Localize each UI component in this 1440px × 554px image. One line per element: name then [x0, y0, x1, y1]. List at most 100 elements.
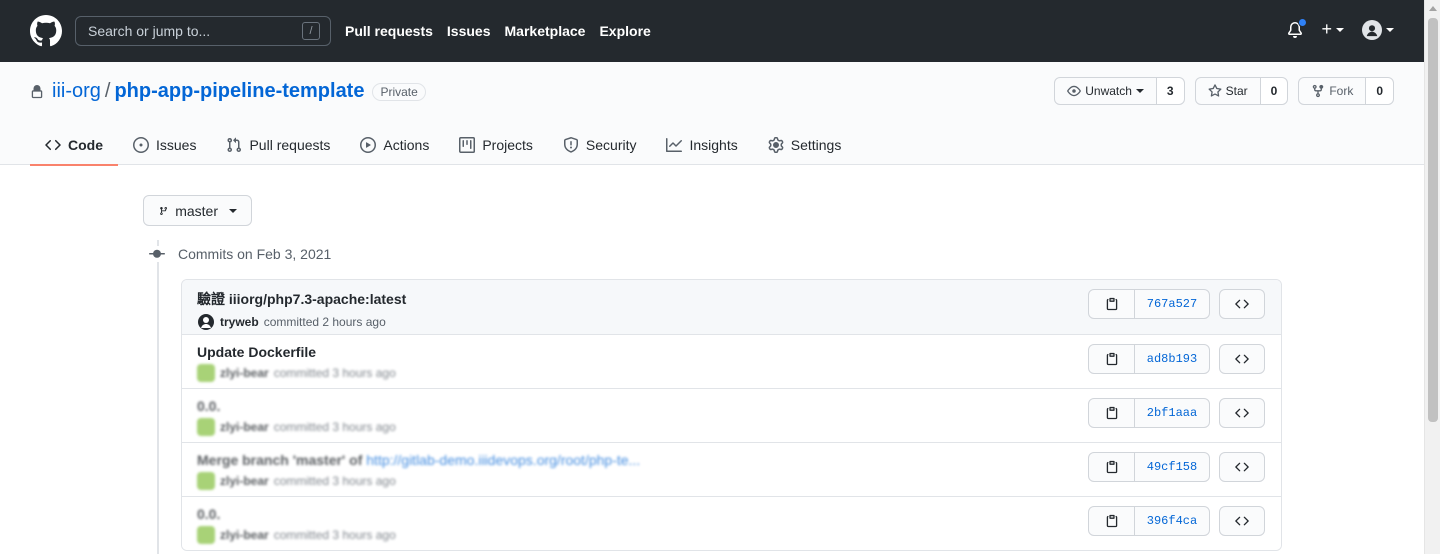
commit-sha-link[interactable]: 49cf158 — [1135, 453, 1209, 481]
commit-row: 0.0. zlyi-bear committed 3 hours ago 2bf… — [182, 388, 1281, 442]
tab-code-label: Code — [68, 136, 103, 153]
tab-settings[interactable]: Settings — [753, 124, 857, 165]
author-avatar[interactable] — [197, 526, 215, 544]
tab-security[interactable]: Security — [548, 124, 652, 165]
commit-message[interactable]: 0.0. — [197, 398, 396, 414]
commit-author[interactable]: zlyi-bear — [220, 366, 269, 380]
fork-button-group: Fork 0 — [1298, 77, 1394, 105]
sha-button-group: 396f4ca — [1088, 506, 1210, 536]
commit-icon — [148, 246, 166, 262]
clipboard-icon — [1106, 460, 1117, 474]
repo-path-separator: / — [104, 80, 111, 102]
notifications-bell-icon[interactable] — [1287, 17, 1308, 39]
author-avatar[interactable] — [197, 364, 215, 382]
copy-sha-button[interactable] — [1089, 453, 1135, 481]
code-icon — [1235, 354, 1249, 364]
browse-repo-at-commit-button[interactable] — [1219, 344, 1265, 374]
fork-count[interactable]: 0 — [1366, 78, 1393, 104]
commit-info: Merge branch 'master' of http://gitlab-d… — [197, 452, 640, 490]
repo-owner-link[interactable]: iii-org — [52, 80, 101, 103]
fork-button[interactable]: Fork — [1299, 78, 1367, 104]
scrollbar-thumb[interactable] — [1428, 18, 1438, 422]
browse-repo-at-commit-button[interactable] — [1219, 398, 1265, 428]
tab-actions[interactable]: Actions — [345, 124, 444, 165]
commit-sha-link[interactable]: 2bf1aaa — [1135, 399, 1209, 427]
global-header: Search or jump to... / Pull requests Iss… — [0, 0, 1424, 62]
tab-pull-requests-label: Pull requests — [249, 136, 331, 153]
sha-button-group: 2bf1aaa — [1088, 398, 1210, 428]
commit-author[interactable]: tryweb — [220, 315, 259, 329]
star-count[interactable]: 0 — [1260, 78, 1288, 104]
scroll-up-arrow-icon[interactable] — [1429, 6, 1437, 11]
commit-meta: tryweb committed 2 hours ago — [197, 313, 406, 331]
commit-message-text[interactable]: 0.0. — [197, 506, 220, 522]
commit-message-text[interactable]: 驗證 iiiorg/php7.3-apache:latest — [197, 291, 406, 307]
commit-message[interactable]: 0.0. — [197, 506, 396, 522]
tab-actions-label: Actions — [383, 136, 430, 153]
repository-nav: Code Issues Pull requests Actions Projec… — [30, 124, 857, 166]
commit-sha-link[interactable]: ad8b193 — [1135, 345, 1209, 373]
repo-actions: Unwatch 3 Star 0 Fork 0 — [1054, 77, 1394, 105]
nav-marketplace[interactable]: Marketplace — [505, 23, 586, 39]
project-icon — [459, 136, 476, 153]
commit-actions: 396f4ca — [1088, 506, 1265, 536]
browse-repo-at-commit-button[interactable] — [1219, 452, 1265, 482]
tab-issues[interactable]: Issues — [118, 124, 211, 165]
commit-author[interactable]: zlyi-bear — [220, 474, 269, 488]
github-logo-icon[interactable] — [30, 15, 62, 47]
tab-pull-requests[interactable]: Pull requests — [211, 124, 345, 165]
commit-sha-link[interactable]: 767a527 — [1135, 290, 1209, 318]
commit-sha-link[interactable]: 396f4ca — [1135, 507, 1209, 535]
create-new-button[interactable]: + — [1321, 19, 1344, 40]
commit-message-text[interactable]: Update Dockerfile — [197, 344, 316, 360]
commit-message-text[interactable]: Merge branch 'master' of — [197, 452, 366, 468]
tab-insights[interactable]: Insights — [651, 124, 752, 165]
watch-count[interactable]: 3 — [1156, 78, 1184, 104]
commit-row: 驗證 iiiorg/php7.3-apache:latest tryweb co… — [182, 280, 1281, 334]
commit-message[interactable]: 驗證 iiiorg/php7.3-apache:latest — [197, 289, 406, 309]
search-shortcut-key: / — [302, 22, 320, 40]
fork-icon — [1313, 84, 1324, 98]
tab-projects[interactable]: Projects — [444, 124, 548, 165]
copy-sha-button[interactable] — [1089, 290, 1135, 318]
star-button[interactable]: Star — [1196, 78, 1261, 104]
avatar — [1362, 19, 1382, 40]
branch-select-button[interactable]: master — [143, 195, 252, 226]
commit-time: committed 3 hours ago — [273, 528, 396, 542]
commit-meta: zlyi-bear committed 3 hours ago — [197, 526, 396, 544]
chevron-down-icon — [229, 208, 237, 213]
commit-message[interactable]: Update Dockerfile — [197, 344, 396, 360]
commit-meta: zlyi-bear committed 3 hours ago — [197, 472, 640, 490]
commit-message-text[interactable]: 0.0. — [197, 398, 220, 414]
clipboard-icon — [1106, 297, 1117, 311]
commit-row: Update Dockerfile zlyi-bear committed 3 … — [182, 334, 1281, 388]
unwatch-button[interactable]: Unwatch — [1055, 78, 1157, 104]
nav-explore[interactable]: Explore — [599, 23, 650, 39]
nav-pull-requests[interactable]: Pull requests — [345, 23, 433, 39]
commit-time: committed 3 hours ago — [273, 420, 396, 434]
copy-sha-button[interactable] — [1089, 399, 1135, 427]
global-nav: Pull requests Issues Marketplace Explore — [345, 23, 665, 39]
branch-icon — [160, 206, 168, 215]
commit-author[interactable]: zlyi-bear — [220, 420, 269, 434]
author-avatar[interactable] — [197, 313, 215, 331]
nav-issues[interactable]: Issues — [447, 23, 491, 39]
user-menu-button[interactable] — [1362, 19, 1394, 40]
browse-repo-at-commit-button[interactable] — [1219, 289, 1265, 319]
commit-message[interactable]: Merge branch 'master' of http://gitlab-d… — [197, 452, 640, 468]
search-input[interactable]: Search or jump to... / — [75, 16, 331, 46]
commit-group-date: Commits on Feb 3, 2021 — [178, 246, 332, 262]
commit-list: 驗證 iiiorg/php7.3-apache:latest tryweb co… — [181, 279, 1282, 551]
copy-sha-button[interactable] — [1089, 507, 1135, 535]
repo-name-link[interactable]: php-app-pipeline-template — [114, 80, 364, 103]
commit-author[interactable]: zlyi-bear — [220, 528, 269, 542]
copy-sha-button[interactable] — [1089, 345, 1135, 373]
author-avatar[interactable] — [197, 472, 215, 490]
browse-repo-at-commit-button[interactable] — [1219, 506, 1265, 536]
tab-code[interactable]: Code — [30, 124, 118, 166]
page-scrollbar[interactable] — [1424, 0, 1440, 554]
commit-info: 0.0. zlyi-bear committed 3 hours ago — [197, 506, 396, 544]
author-avatar[interactable] — [197, 418, 215, 436]
commit-message-link[interactable]: http://gitlab-demo.iiidevops.org/root/ph… — [366, 452, 640, 468]
tab-security-label: Security — [585, 136, 637, 153]
